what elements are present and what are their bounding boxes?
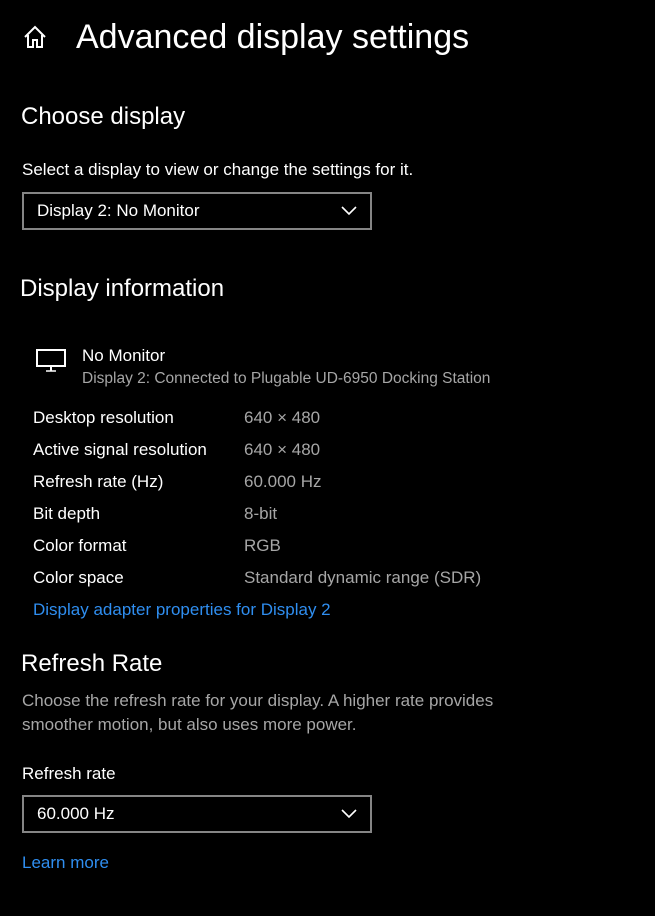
monitor-detail: Display 2: Connected to Plugable UD-6950… <box>82 370 491 387</box>
info-label-color-format: Color format <box>33 536 127 555</box>
chevron-down-icon <box>340 805 358 823</box>
refresh-rate-description-line1: Choose the refresh rate for your display… <box>22 691 494 710</box>
refresh-rate-dropdown[interactable]: 60.000 Hz <box>22 795 372 833</box>
monitor-icon <box>36 349 66 378</box>
info-value-active-signal-resolution: 640 × 480 <box>244 440 321 459</box>
info-label-bit-depth: Bit depth <box>33 504 101 523</box>
info-value-color-space: Standard dynamic range (SDR) <box>244 568 482 587</box>
learn-more-link[interactable]: Learn more <box>22 851 109 875</box>
display-information-heading: Display information <box>20 275 225 302</box>
info-label-active-signal-resolution: Active signal resolution <box>33 440 207 459</box>
page-title: Advanced display settings <box>76 18 470 56</box>
display-select-value: Display 2: No Monitor <box>37 201 200 220</box>
refresh-rate-value: 60.000 Hz <box>37 804 115 823</box>
display-adapter-properties-link[interactable]: Display adapter properties for Display 2 <box>33 598 331 622</box>
info-label-refresh-rate: Refresh rate (Hz) <box>33 472 164 491</box>
info-label-desktop-resolution: Desktop resolution <box>33 408 174 427</box>
info-value-refresh-rate: 60.000 Hz <box>244 472 322 491</box>
choose-display-description: Select a display to view or change the s… <box>22 160 414 179</box>
refresh-rate-heading: Refresh Rate <box>21 650 163 677</box>
refresh-rate-field-label: Refresh rate <box>22 764 116 783</box>
chevron-down-icon <box>340 202 358 220</box>
info-value-desktop-resolution: 640 × 480 <box>244 408 321 427</box>
info-value-bit-depth: 8-bit <box>244 504 278 523</box>
monitor-name: No Monitor <box>82 346 166 365</box>
choose-display-heading: Choose display <box>21 103 186 130</box>
info-value-color-format: RGB <box>244 536 281 555</box>
display-select-dropdown[interactable]: Display 2: No Monitor <box>22 192 372 230</box>
info-label-color-space: Color space <box>33 568 124 587</box>
refresh-rate-description-line2: smoother motion, but also uses more powe… <box>22 715 357 734</box>
home-button[interactable] <box>18 22 52 56</box>
home-icon <box>22 24 48 55</box>
